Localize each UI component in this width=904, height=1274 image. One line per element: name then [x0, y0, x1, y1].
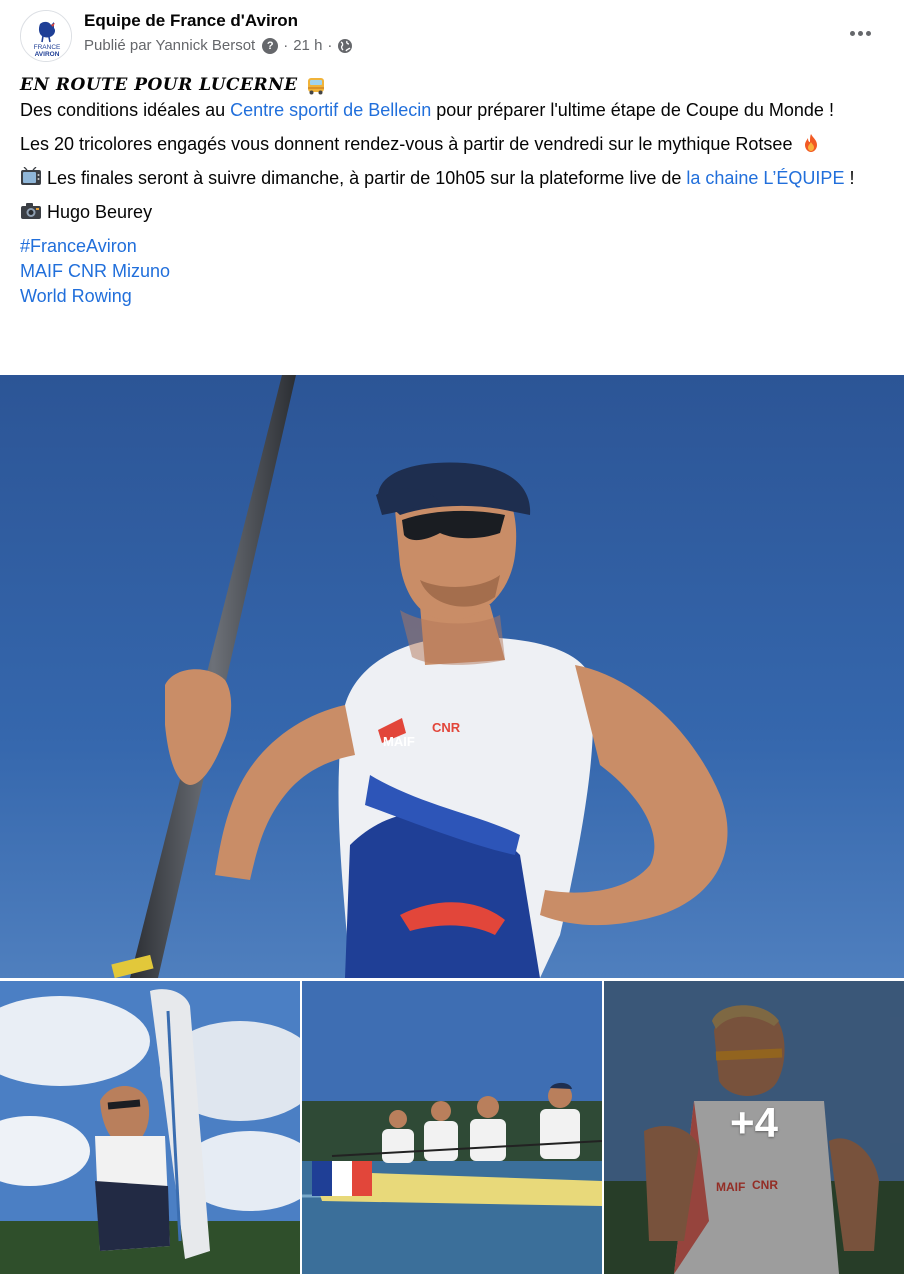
bus-emoji-icon	[307, 77, 324, 94]
sponsors-tag-link[interactable]: MAIF CNR Mizuno	[20, 261, 170, 281]
post-title: EN ROUTE POUR LUCERNE	[20, 73, 888, 98]
cnr-logo-main: CNR	[432, 720, 461, 735]
page-avatar[interactable]: FRANCE AVIRON	[20, 10, 72, 62]
p2-text: Les 20 tricolores engagés vous donnent r…	[20, 134, 793, 154]
globe-icon[interactable]	[337, 38, 353, 54]
more-photos-count: +4	[730, 1098, 778, 1146]
post-meta: Publié par Yannick Bersot ? · 21 h ·	[84, 37, 353, 54]
fire-emoji-icon	[805, 134, 818, 152]
published-by[interactable]: Publié par Yannick Bersot	[84, 37, 255, 54]
meta-separator-2: ·	[327, 37, 333, 54]
dot	[849, 30, 855, 36]
hashtag-link[interactable]: #FranceAviron	[20, 236, 137, 256]
rower-holding-oar-blade-image	[0, 981, 300, 1274]
lequipe-link[interactable]: la chaine L’ÉQUIPE	[686, 168, 844, 188]
meta-separator: ·	[283, 37, 289, 54]
p3-text-after: !	[844, 168, 855, 188]
post-header: FRANCE AVIRON Equipe de France d'Aviron …	[0, 0, 904, 68]
more-photos-overlay[interactable]: +4	[604, 981, 904, 1274]
post-title-text: EN ROUTE POUR LUCERNE	[20, 75, 298, 95]
post-time[interactable]: 21 h	[293, 37, 322, 54]
more-options-button[interactable]	[845, 22, 875, 44]
dot	[865, 30, 871, 36]
avatar-text-aviron: AVIRON	[35, 51, 60, 58]
paragraph-4: Hugo Beurey	[20, 200, 888, 225]
page-name-link[interactable]: Equipe de France d'Aviron	[84, 11, 298, 31]
paragraph-3: Les finales seront à suivre dimanche, à …	[20, 166, 888, 191]
p3-text-before: Les finales seront à suivre dimanche, à …	[42, 168, 687, 188]
world-rowing-link[interactable]: World Rowing	[20, 286, 132, 306]
maif-logo-main: MAIF	[383, 734, 415, 749]
bellecin-link[interactable]: Centre sportif de Bellecin	[230, 100, 431, 120]
rower-with-oar-image: MAIF CNR	[0, 375, 904, 978]
main-photo[interactable]: MAIF CNR	[0, 375, 904, 978]
paragraph-2: Les 20 tricolores engagés vous donnent r…	[20, 132, 888, 157]
camera-emoji-icon	[21, 203, 41, 219]
post-text: EN ROUTE POUR LUCERNE Des conditions idé…	[20, 73, 888, 309]
photo-credit: Hugo Beurey	[42, 202, 153, 222]
help-icon[interactable]: ?	[262, 37, 279, 54]
p1-text-after: pour préparer l'ultime étape de Coupe du…	[431, 100, 834, 120]
avatar-text-france: FRANCE	[34, 44, 61, 51]
dot	[857, 30, 863, 36]
tv-emoji-icon	[21, 167, 41, 185]
photo-thumbnail-1[interactable]	[0, 981, 300, 1274]
crew-rowing-boat-image	[302, 981, 602, 1274]
paragraph-1: Des conditions idéales au Centre sportif…	[20, 98, 888, 123]
photo-thumbnail-3[interactable]: MAIF CNR +4	[604, 981, 904, 1274]
photo-thumbnail-2[interactable]	[302, 981, 602, 1274]
france-aviron-logo: FRANCE AVIRON	[21, 11, 71, 61]
p1-text-before: Des conditions idéales au	[20, 100, 231, 120]
